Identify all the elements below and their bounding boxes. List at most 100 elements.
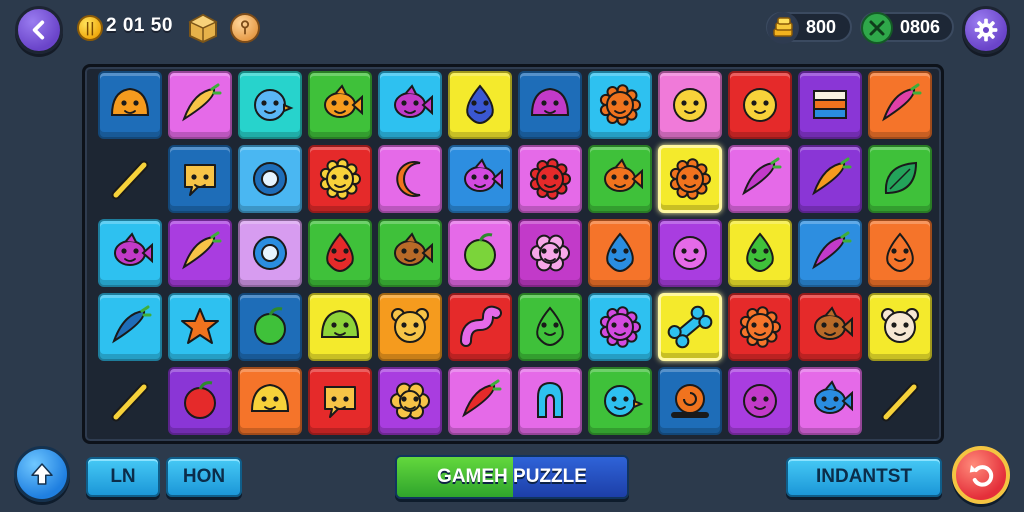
- face-icon: [743, 88, 777, 122]
- tile-face[interactable]: [658, 71, 722, 139]
- tile-carrot[interactable]: [168, 71, 232, 139]
- tile-snail[interactable]: [658, 367, 722, 435]
- tile-blob[interactable]: [518, 71, 582, 139]
- apple-icon: [184, 381, 216, 419]
- hon-button[interactable]: HON: [166, 457, 242, 497]
- tile-fish[interactable]: [308, 71, 372, 139]
- tile-sun[interactable]: [658, 145, 722, 213]
- tile-blob[interactable]: [308, 293, 372, 361]
- tile-fish[interactable]: [98, 219, 162, 287]
- bone-icon: [667, 305, 713, 349]
- undo-button[interactable]: [952, 446, 1010, 504]
- gold-bars-icon: [766, 11, 800, 45]
- bear-icon: [881, 308, 919, 343]
- tile-sun[interactable]: [728, 293, 792, 361]
- ln-button[interactable]: LN: [86, 457, 160, 497]
- tile-carrot[interactable]: [728, 145, 792, 213]
- carrot-icon: [812, 231, 852, 270]
- drop-icon: [886, 232, 914, 273]
- tile-fish[interactable]: [798, 367, 862, 435]
- carrot-icon: [182, 83, 222, 122]
- tile-flower[interactable]: [378, 367, 442, 435]
- settings-button[interactable]: [962, 6, 1010, 54]
- tile-blob[interactable]: [238, 367, 302, 435]
- tile-blob[interactable]: [98, 71, 162, 139]
- tile-bone[interactable]: [658, 293, 722, 361]
- fish-icon: [324, 84, 363, 118]
- tile-flower[interactable]: [518, 219, 582, 287]
- coin-icon: ||: [77, 15, 103, 41]
- back-button[interactable]: [15, 6, 63, 54]
- blob-icon: [530, 87, 570, 116]
- flower-icon: [530, 234, 570, 272]
- instant-button[interactable]: INDANTST: [786, 457, 942, 497]
- tile-face[interactable]: [728, 71, 792, 139]
- tile-snake[interactable]: [448, 293, 512, 361]
- tile-chat[interactable]: [308, 367, 372, 435]
- tile-leaf[interactable]: [868, 145, 932, 213]
- tile-face[interactable]: [658, 219, 722, 287]
- ring-icon: [253, 162, 287, 196]
- tile-drop[interactable]: [308, 219, 372, 287]
- tile-sun[interactable]: [588, 293, 652, 361]
- tile-fish[interactable]: [798, 293, 862, 361]
- tile-carrot[interactable]: [798, 145, 862, 213]
- tile-bear[interactable]: [868, 293, 932, 361]
- tile-drop[interactable]: [728, 219, 792, 287]
- up-button[interactable]: [14, 446, 70, 502]
- tile-star[interactable]: [168, 293, 232, 361]
- blob-icon: [320, 309, 360, 338]
- fish-icon: [464, 158, 503, 192]
- sun-icon: [319, 158, 361, 200]
- stick-icon: [98, 145, 162, 213]
- tile-drop[interactable]: [518, 293, 582, 361]
- tile-bird[interactable]: [238, 71, 302, 139]
- game-board: [82, 64, 944, 444]
- tile-carrot[interactable]: [98, 293, 162, 361]
- bird-icon: [254, 89, 294, 121]
- energy-value: 0806: [900, 16, 941, 37]
- tile-bear[interactable]: [378, 293, 442, 361]
- fish-icon: [814, 306, 853, 340]
- key-coin-icon[interactable]: [230, 13, 260, 43]
- tile-face[interactable]: [728, 367, 792, 435]
- tile-fish[interactable]: [448, 145, 512, 213]
- tile-chat[interactable]: [168, 145, 232, 213]
- fish-icon: [394, 84, 433, 118]
- tile-carrot[interactable]: [168, 219, 232, 287]
- tile-apple[interactable]: [168, 367, 232, 435]
- tile-carrot[interactable]: [448, 367, 512, 435]
- tile-fish[interactable]: [588, 145, 652, 213]
- leaf-icon: [884, 161, 918, 195]
- tile-apple[interactable]: [238, 293, 302, 361]
- tile-apple[interactable]: [448, 219, 512, 287]
- tile-ring[interactable]: [238, 219, 302, 287]
- tile-fish[interactable]: [378, 71, 442, 139]
- tile-fish[interactable]: [378, 219, 442, 287]
- moon-icon: [396, 161, 421, 197]
- carrot-icon: [112, 305, 152, 344]
- tile-carrot[interactable]: [868, 71, 932, 139]
- game-puzzle-label: GAMEH PUZZLE: [437, 466, 587, 487]
- energy-counter: 0806: [860, 11, 954, 45]
- carrot-icon: [812, 157, 852, 196]
- tile-drop[interactable]: [868, 219, 932, 287]
- arch-icon: [537, 381, 563, 418]
- face-icon: [743, 384, 777, 418]
- game-puzzle-button[interactable]: GAMEH PUZZLE: [395, 455, 629, 499]
- green-gem-icon: [860, 11, 894, 45]
- chat-icon: [324, 386, 356, 418]
- tile-sun[interactable]: [308, 145, 372, 213]
- tile-bird[interactable]: [588, 367, 652, 435]
- tile-ring[interactable]: [238, 145, 302, 213]
- tile-moon[interactable]: [378, 145, 442, 213]
- tile-sun[interactable]: [588, 71, 652, 139]
- tile-drop[interactable]: [588, 219, 652, 287]
- tile-arch[interactable]: [518, 367, 582, 435]
- gems-counter: 800: [766, 11, 852, 45]
- tile-drop[interactable]: [448, 71, 512, 139]
- arrow-up-icon: [31, 463, 53, 485]
- tile-sun[interactable]: [518, 145, 582, 213]
- tile-flag[interactable]: [798, 71, 862, 139]
- tile-carrot[interactable]: [798, 219, 862, 287]
